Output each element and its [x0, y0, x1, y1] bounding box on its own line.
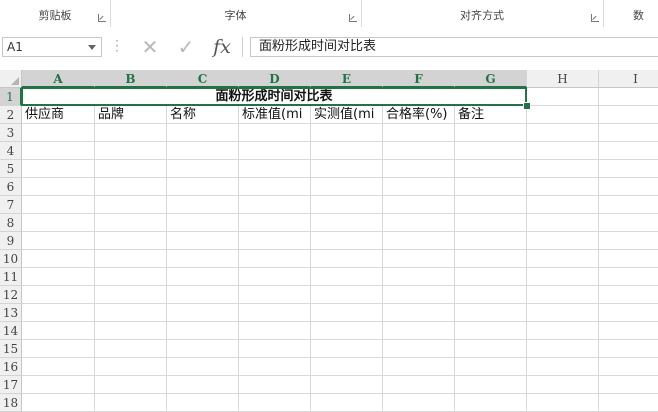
cell-c2[interactable]: 名称 — [167, 106, 238, 123]
cell-b2[interactable]: 品牌 — [95, 106, 166, 123]
ribbon-group-alignment: 对齐方式 — [361, 0, 604, 27]
ribbon-group-label-font: 字体 — [224, 9, 247, 22]
dialog-launcher-icon[interactable] — [98, 14, 106, 22]
row-header-3[interactable]: 3 — [0, 124, 22, 142]
column-header-a[interactable]: A — [22, 70, 95, 88]
ribbon-group-label-clipboard: 剪贴板 — [38, 9, 72, 22]
name-box[interactable]: A1 — [2, 37, 102, 57]
gridline-horizontal — [22, 213, 658, 214]
ribbon-group-number: 数 — [603, 0, 658, 27]
gridline-horizontal — [22, 177, 658, 178]
row-header-14[interactable]: 14 — [0, 322, 22, 340]
gridline-horizontal — [22, 357, 658, 358]
gridline-horizontal — [22, 339, 658, 340]
formula-bar: A1 · · · ✕ ✓ fx 面粉形成时间对比表 — [0, 27, 658, 69]
dialog-launcher-icon[interactable] — [349, 14, 357, 22]
column-header-h[interactable]: H — [527, 70, 599, 88]
gridline-horizontal — [22, 141, 658, 142]
gridline-horizontal — [22, 267, 658, 268]
row-header-7[interactable]: 7 — [0, 196, 22, 214]
gridline-vertical — [382, 88, 383, 412]
ribbon-group-clipboard: 剪贴板 — [0, 0, 111, 27]
check-icon[interactable]: ✓ — [172, 35, 200, 59]
row-header-4[interactable]: 4 — [0, 142, 22, 160]
row-header-13[interactable]: 13 — [0, 304, 22, 322]
gridline-horizontal — [22, 393, 658, 394]
row-header-8[interactable]: 8 — [0, 214, 22, 232]
more-options-icon[interactable]: · · · — [114, 35, 120, 57]
row-header-5[interactable]: 5 — [0, 160, 22, 178]
ribbon-group-label-number: 数 — [633, 9, 644, 22]
gridline-vertical — [166, 88, 167, 412]
row-header-18[interactable]: 18 — [0, 394, 22, 412]
row-header-2[interactable]: 2 — [0, 106, 22, 124]
gridline-horizontal — [22, 303, 658, 304]
gridline-vertical — [526, 88, 527, 412]
cell-d2[interactable]: 标准值(mi — [239, 106, 310, 123]
gridline-horizontal — [22, 231, 658, 232]
gridline-horizontal — [22, 195, 658, 196]
column-header-d[interactable]: D — [239, 70, 311, 88]
ribbon-group-font: 字体 — [110, 0, 362, 27]
column-header-e[interactable]: E — [311, 70, 383, 88]
gridline-vertical — [94, 88, 95, 412]
chevron-down-icon[interactable] — [88, 45, 96, 50]
row-header-1[interactable]: 1 — [0, 88, 22, 106]
column-header-i[interactable]: I — [599, 70, 658, 88]
gridline-vertical — [310, 88, 311, 412]
gridline-vertical — [238, 88, 239, 412]
row-header-9[interactable]: 9 — [0, 232, 22, 250]
ribbon-group-label-alignment: 对齐方式 — [460, 9, 504, 22]
row-header-12[interactable]: 12 — [0, 286, 22, 304]
dialog-launcher-icon[interactable] — [591, 14, 599, 22]
gridline-horizontal — [22, 375, 658, 376]
row-header-16[interactable]: 16 — [0, 358, 22, 376]
gridline-horizontal — [22, 159, 658, 160]
gridline-vertical — [454, 88, 455, 412]
column-header-c[interactable]: C — [167, 70, 239, 88]
name-box-value: A1 — [7, 40, 23, 54]
gridline-vertical — [598, 88, 599, 412]
column-header-b[interactable]: B — [95, 70, 167, 88]
close-icon[interactable]: ✕ — [136, 35, 164, 59]
row-header-17[interactable]: 17 — [0, 376, 22, 394]
cell-a2[interactable]: 供应商 — [22, 106, 94, 123]
gridline-horizontal — [22, 123, 658, 124]
row-header-10[interactable]: 10 — [0, 250, 22, 268]
row-header-15[interactable]: 15 — [0, 340, 22, 358]
row-header-11[interactable]: 11 — [0, 268, 22, 286]
column-header-g[interactable]: G — [455, 70, 527, 88]
column-header-f[interactable]: F — [383, 70, 455, 88]
cell-f2[interactable]: 合格率(%) — [383, 106, 454, 123]
cell-g2[interactable]: 备注 — [455, 106, 526, 123]
fill-handle[interactable] — [523, 102, 531, 110]
gridline-horizontal — [22, 249, 658, 250]
ribbon-group-bar: 剪贴板 字体 对齐方式 数 — [0, 0, 658, 28]
cell-a1-merged-title[interactable]: 面粉形成时间对比表 — [22, 88, 526, 105]
row-header-6[interactable]: 6 — [0, 178, 22, 196]
spreadsheet-grid[interactable]: A B C D E F G H I 1 2 3 4 5 6 7 8 9 10 11 12 13 14 15 16 17 18 面粉形成… — [0, 70, 658, 412]
select-all-button[interactable] — [0, 70, 22, 88]
cell-e2[interactable]: 实测值(mi — [311, 106, 382, 123]
function-icon[interactable]: fx — [208, 35, 236, 59]
formula-bar-divider — [242, 37, 243, 57]
formula-input[interactable]: 面粉形成时间对比表 — [250, 37, 658, 57]
gridline-horizontal — [22, 285, 658, 286]
gridline-horizontal — [22, 321, 658, 322]
